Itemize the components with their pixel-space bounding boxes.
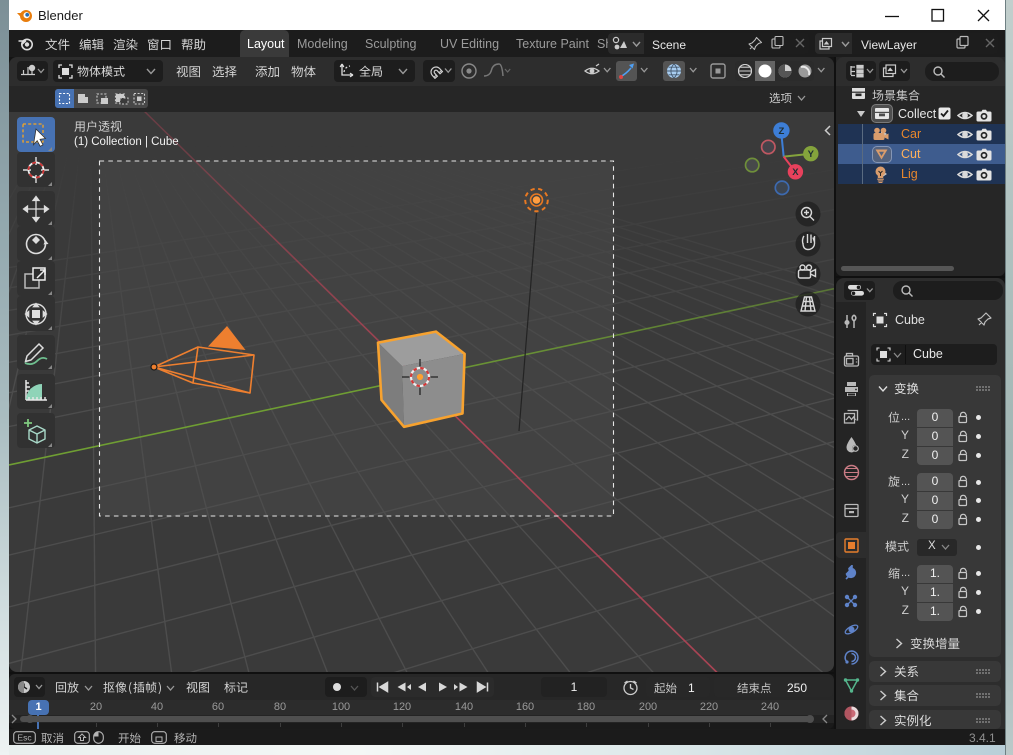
- svg-text:Esc: Esc: [17, 732, 32, 742]
- svg-text:X: X: [792, 167, 799, 178]
- svg-text:Z: Z: [778, 126, 784, 137]
- svg-text:Y: Y: [808, 149, 815, 160]
